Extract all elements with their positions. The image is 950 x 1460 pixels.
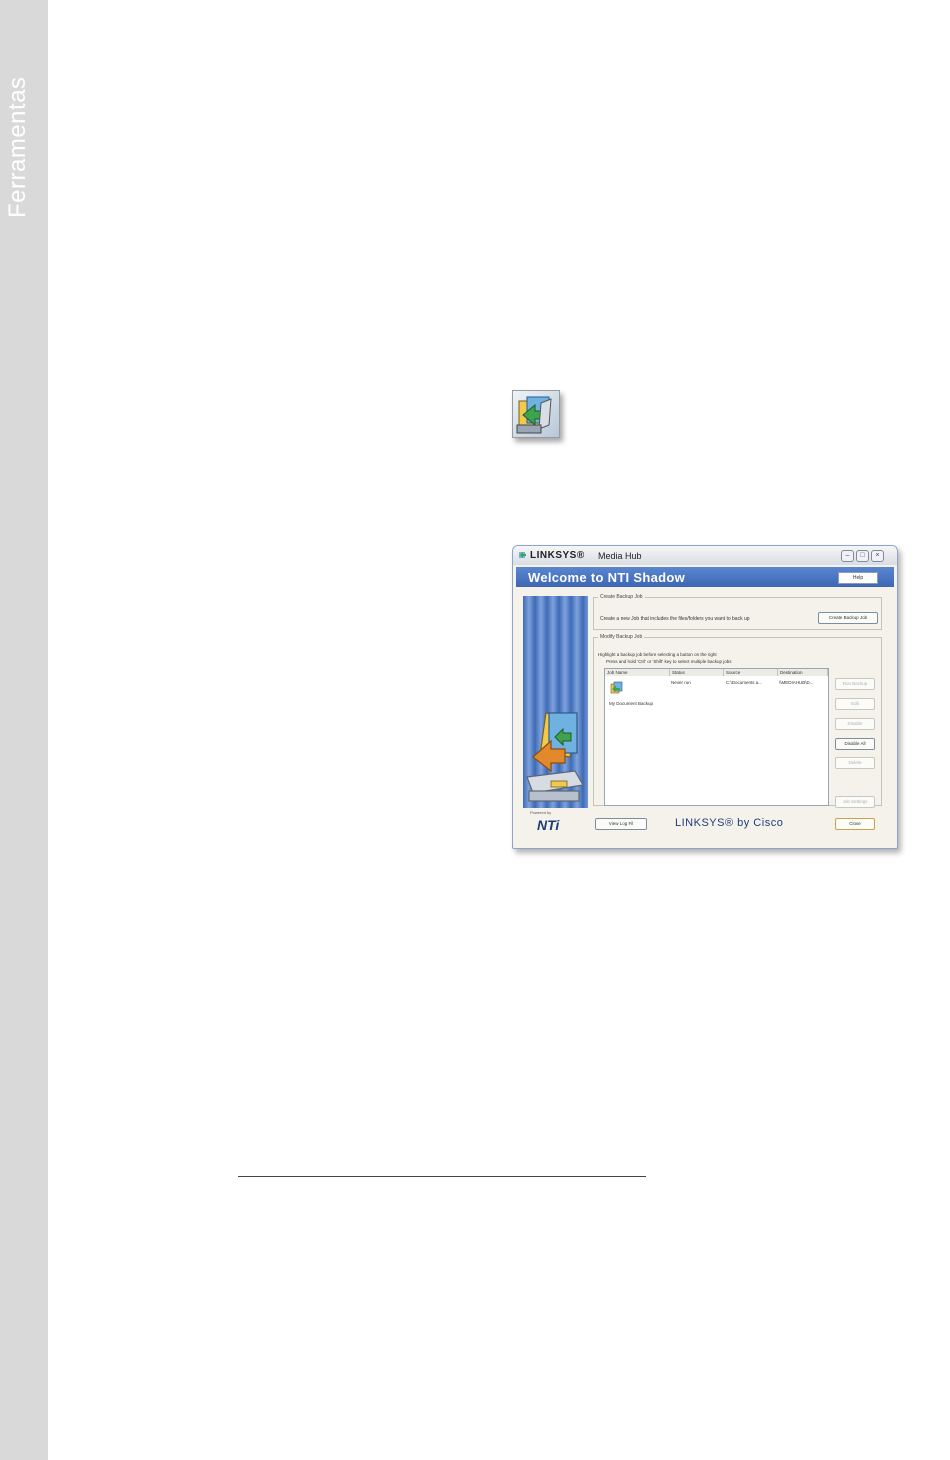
maximize-icon[interactable]: □: [856, 550, 869, 562]
column-header-job-name[interactable]: Job Name: [605, 669, 670, 676]
modify-backup-hint: Highlight a backup job before selecting …: [598, 652, 717, 657]
page-title: Welcome to NTI Shadow: [528, 570, 686, 585]
create-backup-job-button[interactable]: Create Backup Job: [818, 612, 878, 624]
disable-button[interactable]: Disable: [835, 718, 875, 730]
sidebar-tab: Ferramentas: [0, 0, 48, 1460]
linksys-by-cisco-logo: LINKSYS® by Cisco: [675, 817, 784, 829]
close-button[interactable]: Close: [835, 818, 875, 830]
create-backup-description: Create a new Job that includes the files…: [600, 616, 750, 622]
footnote-divider: [238, 1176, 646, 1177]
close-icon[interactable]: ×: [871, 550, 884, 562]
nti-shadow-app-icon: [512, 390, 560, 438]
backup-job-icon[interactable]: [610, 681, 624, 695]
column-header-source[interactable]: Source: [724, 669, 778, 676]
backup-illustration-icon: [526, 712, 584, 802]
job-status: Never run: [671, 680, 691, 685]
brand-logo: LINKSYS®: [530, 550, 585, 561]
run-backup-button[interactable]: Run Backup: [835, 678, 875, 690]
welcome-banner: Welcome to NTI Shadow Help: [516, 567, 894, 587]
job-settings-button[interactable]: Job Settings: [835, 796, 875, 808]
title-bar: LINKSYS® Media Hub – □ ×: [513, 546, 897, 565]
column-header-status[interactable]: Status: [670, 669, 724, 676]
create-backup-group: Create Backup Job Create a new Job that …: [593, 594, 882, 630]
job-source: C:\Documents a...: [726, 680, 763, 685]
job-destination: \\MEDIAHUB\D...: [779, 680, 814, 685]
edit-button[interactable]: Edit: [835, 698, 875, 710]
view-log-file-button[interactable]: View Log Fil: [595, 818, 647, 830]
window-title: Media Hub: [598, 551, 642, 561]
backup-job-list[interactable]: Job Name Status Source Destination Never…: [604, 668, 829, 806]
nti-shadow-window: LINKSYS® Media Hub – □ × Welcome to NTI …: [512, 545, 898, 849]
section-title: Ferramentas: [4, 76, 31, 218]
delete-button[interactable]: Delete: [835, 757, 875, 769]
app-icon: [519, 552, 526, 558]
job-name[interactable]: My Document Backup: [609, 701, 653, 706]
help-button[interactable]: Help: [838, 572, 878, 584]
disable-all-button[interactable]: Disable All: [835, 738, 875, 750]
column-header-destination[interactable]: Destination: [778, 669, 828, 676]
nti-logo: NTi: [537, 817, 560, 833]
multi-select-hint: Press and hold 'Ctrl' or 'Shift' key to …: [606, 659, 732, 664]
powered-by-label: Powered by: [530, 810, 552, 815]
modify-backup-legend: Modify Backup Job: [600, 634, 643, 640]
modify-backup-group: Modify Backup Job Highlight a backup job…: [593, 634, 882, 808]
minimize-icon[interactable]: –: [841, 550, 854, 562]
create-backup-legend: Create Backup Job: [600, 594, 643, 600]
